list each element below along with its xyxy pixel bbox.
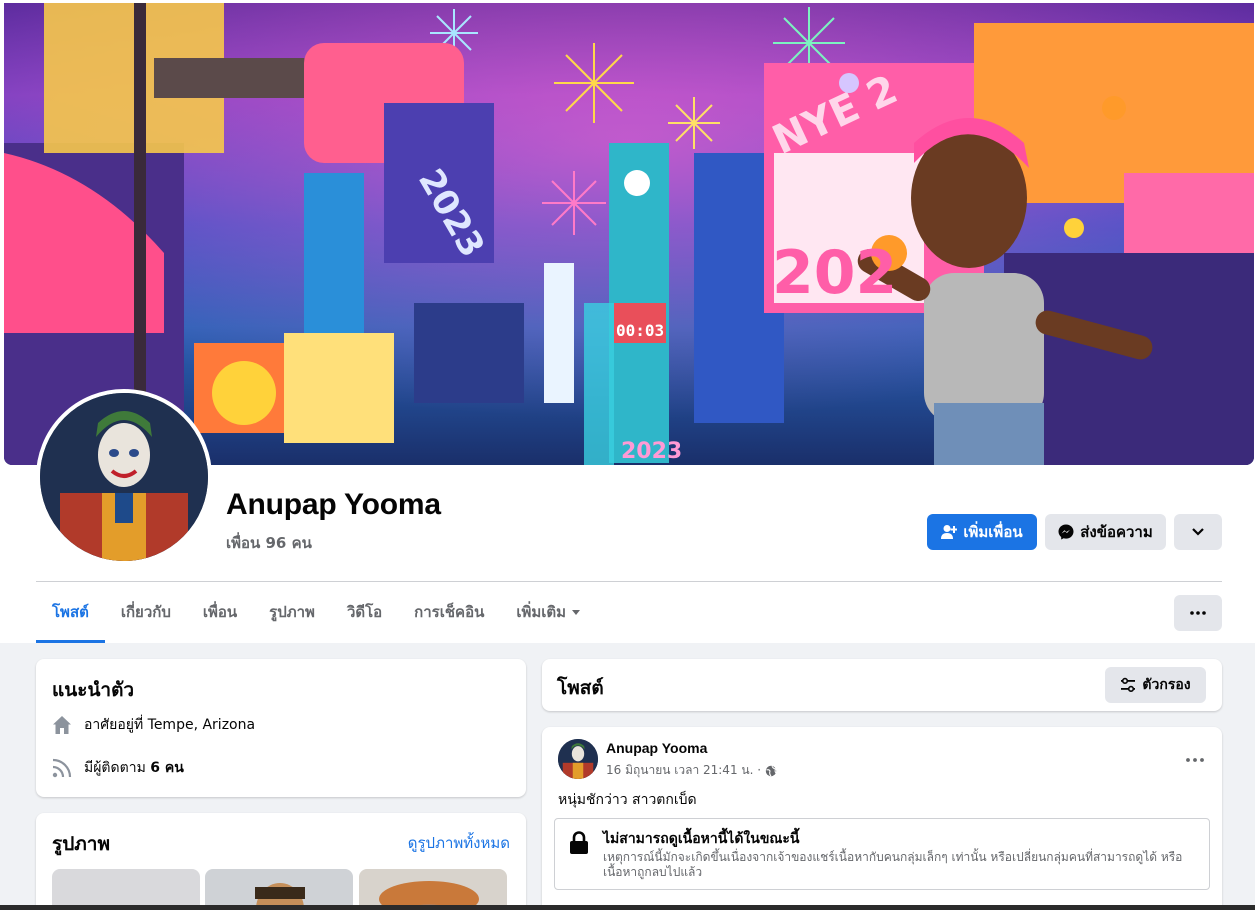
add-friend-button[interactable]: เพิ่มเพื่อน bbox=[927, 514, 1037, 550]
home-icon bbox=[53, 716, 71, 734]
photo-thumbnail[interactable] bbox=[205, 869, 353, 910]
tab-checkins-label: การเช็คอิน bbox=[414, 603, 485, 621]
profile-name: Anupap Yooma bbox=[226, 488, 441, 521]
followers-count: 6 คน bbox=[150, 760, 184, 776]
friends-count[interactable]: เพื่อน 96 คน bbox=[226, 531, 312, 555]
intro-card: แนะนำตัว อาศัยอยู่ที่ Tempe, Arizona มีผ… bbox=[36, 659, 526, 797]
tab-more[interactable]: เพิ่มเติม bbox=[500, 582, 596, 642]
add-friend-label: เพิ่มเพื่อน bbox=[963, 523, 1023, 541]
lock-icon bbox=[570, 831, 588, 854]
post-meta: 16 มิถุนายน เวลา 21:41 น. · bbox=[606, 761, 777, 780]
tab-posts-label: โพสต์ bbox=[52, 603, 89, 621]
tab-photos-label: รูปภาพ bbox=[269, 603, 315, 621]
intro-title: แนะนำตัว bbox=[52, 680, 135, 701]
filter-label: ตัวกรอง bbox=[1142, 677, 1191, 693]
tab-checkins[interactable]: การเช็คอิน bbox=[398, 582, 500, 642]
post-more-button[interactable] bbox=[1186, 747, 1204, 766]
tab-posts[interactable]: โพสต์ bbox=[36, 582, 105, 643]
tab-more-label: เพิ่มเติม bbox=[516, 603, 567, 621]
filter-button[interactable]: ตัวกรอง bbox=[1105, 667, 1206, 703]
profile-header: 2023 2023 00:03 202 NYE 2 Anupap Yooma เ… bbox=[0, 0, 1255, 643]
cover-sign-clock: 00:03 bbox=[616, 321, 664, 340]
tab-about[interactable]: เกี่ยวกับ bbox=[105, 582, 187, 642]
profile-options-button[interactable] bbox=[1174, 514, 1222, 550]
photo-thumbnail[interactable] bbox=[359, 869, 507, 910]
photos-title: รูปภาพ bbox=[52, 834, 110, 855]
bottom-edge bbox=[0, 905, 1255, 910]
profile-tabs: โพสต์ เกี่ยวกับ เพื่อน รูปภาพ วิดีโอ การ… bbox=[36, 582, 596, 643]
followers-prefix: มีผู้ติดตาม bbox=[84, 760, 151, 776]
tab-friends[interactable]: เพื่อน bbox=[187, 582, 253, 642]
filter-icon bbox=[1121, 677, 1136, 692]
post-author-name[interactable]: Anupap Yooma bbox=[606, 740, 707, 756]
tabs-more-button[interactable] bbox=[1174, 595, 1222, 631]
followers-text[interactable]: มีผู้ติดตาม 6 คน bbox=[84, 757, 184, 779]
tab-about-label: เกี่ยวกับ bbox=[120, 603, 171, 621]
unavailable-content-box: ไม่สามารถดูเนื้อหานี้ได้ในขณะนี้ เหตุการ… bbox=[554, 818, 1210, 890]
photo-thumbnail[interactable] bbox=[52, 869, 200, 910]
cover-photo[interactable]: 2023 2023 00:03 202 NYE 2 bbox=[4, 3, 1254, 465]
messenger-icon bbox=[1058, 524, 1074, 540]
followers-row: มีผู้ติดตาม 6 คน bbox=[52, 757, 184, 779]
post-text: หนุ่มชักว่าว สาวตกเบ็ด bbox=[558, 792, 697, 808]
chevron-down-icon bbox=[1192, 528, 1204, 536]
photos-card: รูปภาพ ดูรูปภาพทั้งหมด bbox=[36, 813, 526, 910]
tab-friends-label: เพื่อน bbox=[202, 603, 238, 621]
lives-in-text: อาศัยอยู่ที่ Tempe, Arizona bbox=[84, 717, 256, 733]
globe-icon bbox=[765, 765, 777, 776]
tab-videos[interactable]: วิดีโอ bbox=[331, 582, 398, 642]
post-timestamp[interactable]: 16 มิถุนายน เวลา 21:41 น. · bbox=[606, 761, 761, 780]
message-button[interactable]: ส่งข้อความ bbox=[1045, 514, 1166, 550]
more-icon bbox=[1190, 611, 1206, 615]
cover-sign-202: 202 bbox=[772, 238, 897, 308]
lives-in-row: อาศัยอยู่ที่ Tempe, Arizona bbox=[52, 714, 255, 736]
tab-photos[interactable]: รูปภาพ bbox=[253, 582, 331, 642]
posts-title: โพสต์ bbox=[557, 678, 604, 699]
rss-icon bbox=[52, 758, 72, 778]
message-label: ส่งข้อความ bbox=[1080, 523, 1153, 541]
unavailable-body: เหตุการณ์นี้มักจะเกิดขึ้นเนื่องจากเจ้าขอ… bbox=[603, 850, 1183, 879]
person-add-icon bbox=[941, 525, 958, 539]
post-card: Anupap Yooma 16 มิถุนายน เวลา 21:41 น. ·… bbox=[542, 727, 1222, 910]
caret-down-icon bbox=[572, 609, 581, 615]
profile-avatar[interactable] bbox=[36, 389, 212, 565]
post-author-avatar[interactable] bbox=[558, 739, 598, 779]
tab-videos-label: วิดีโอ bbox=[346, 603, 383, 621]
unavailable-title: ไม่สามารถดูเนื้อหานี้ได้ในขณะนี้ bbox=[603, 831, 800, 847]
posts-header-card: โพสต์ ตัวกรอง bbox=[542, 659, 1222, 711]
cover-sign-2023-bottom: 2023 bbox=[621, 439, 682, 464]
see-all-photos-link[interactable]: ดูรูปภาพทั้งหมด bbox=[408, 831, 510, 855]
more-icon bbox=[1186, 758, 1204, 762]
